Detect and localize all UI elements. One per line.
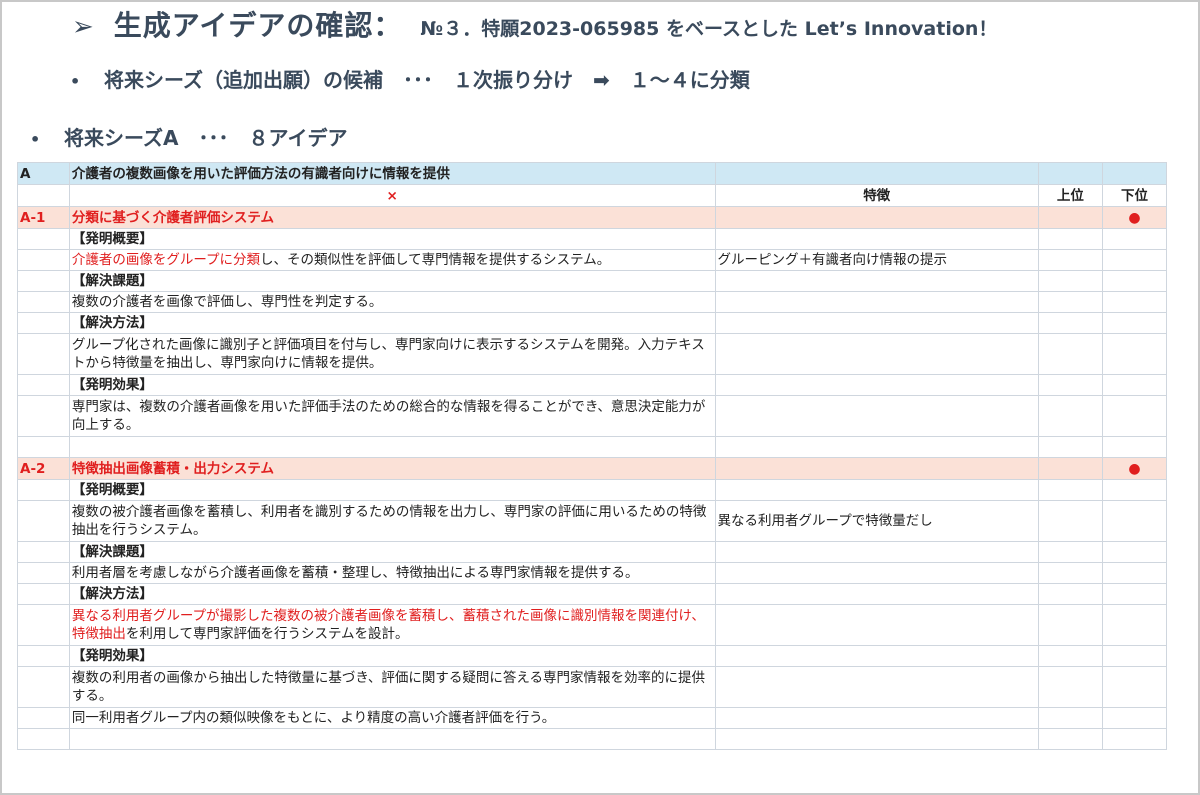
idea-feature: 異なる利用者グループで特徴量だし — [714, 500, 1039, 542]
table-row: 複数の介護者を画像で評価し、専門性を判定する。 — [17, 291, 1168, 313]
idea-problem: 複数の介護者を画像で評価し、専門性を判定する。 — [68, 291, 716, 313]
header-code: A — [17, 162, 70, 185]
cross-icon: × — [68, 184, 716, 207]
col-feature: 特徴 — [714, 184, 1039, 207]
table-header-row: A 介護者の複数画像を用いた評価方法の有識者向けに情報を提供 — [17, 162, 1168, 185]
lower-mark-icon: ● — [1101, 206, 1168, 229]
section-label: 【解決方法】 — [68, 583, 716, 605]
idea-effect-extra: 同一利用者グループ内の類似映像をもとに、より精度の高い介護者評価を行う。 — [68, 707, 716, 729]
table-row: 【発明効果】 — [17, 645, 1168, 667]
lower-mark-icon: ● — [1101, 457, 1168, 480]
section-label: 【解決課題】 — [68, 541, 716, 563]
idea-name: 特徴抽出画像蓄積・出力システム — [68, 457, 716, 480]
table-row: 異なる利用者グループが撮影した複数の被介護者画像を蓄積し、蓄積された画像に識別情… — [17, 604, 1168, 646]
slide-title: ➢ 生成アイデアの確認： №３．特願2023-065985 をベースとした Le… — [72, 4, 997, 48]
section-label: 【解決課題】 — [68, 270, 716, 292]
idea-row: A-1 分類に基づく介護者評価システム ● — [17, 206, 1168, 229]
idea-row: A-2 特徴抽出画像蓄積・出力システム ● — [17, 457, 1168, 480]
table-row: 【発明概要】 — [17, 228, 1168, 250]
idea-feature: グルーピング＋有識者向け情報の提示 — [714, 249, 1039, 271]
table-row: グループ化された画像に識別子と評価項目を付与し、専門家向けに表示するシステムを開… — [17, 333, 1168, 375]
bullet-dot-icon: • — [70, 72, 81, 91]
section-label: 【発明効果】 — [68, 374, 716, 396]
title-main: 生成アイデアの確認： — [113, 9, 403, 42]
idea-code: A-1 — [17, 206, 70, 229]
table-row: 【発明効果】 — [17, 374, 1168, 396]
table-row: 複数の被介護者画像を蓄積し、利用者を識別するための情報を出力し、専門家の評価に用… — [17, 500, 1168, 542]
table-row: 介護者の画像をグループに分類し、その類似性を評価して専門情報を提供するシステム。… — [17, 249, 1168, 271]
table-row: 同一利用者グループ内の類似映像をもとに、より精度の高い介護者評価を行う。 — [17, 707, 1168, 729]
table-row — [17, 436, 1168, 458]
table-row: 【解決方法】 — [17, 583, 1168, 605]
idea-code: A-2 — [17, 457, 70, 480]
bullet-text-2: 将来シーズA ･･･ ８アイデア — [64, 126, 348, 150]
bullet-dot-icon: • — [30, 130, 41, 149]
header-title: 介護者の複数画像を用いた評価方法の有識者向けに情報を提供 — [68, 162, 716, 185]
table-row: 複数の利用者の画像から抽出した特徴量に基づき、評価に関する疑問に答える専門家情報… — [17, 666, 1168, 708]
idea-effect: 専門家は、複数の介護者画像を用いた評価手法のための総合的な情報を得ることができ、… — [68, 395, 716, 437]
idea-method: グループ化された画像に識別子と評価項目を付与し、専門家向けに表示するシステムを開… — [68, 333, 716, 375]
section-label: 【発明概要】 — [68, 228, 716, 250]
idea-method: 異なる利用者グループが撮影した複数の被介護者画像を蓄積し、蓄積された画像に識別情… — [68, 604, 716, 646]
col-upper: 上位 — [1037, 184, 1103, 207]
table-row: 専門家は、複数の介護者画像を用いた評価手法のための総合的な情報を得ることができ、… — [17, 395, 1168, 437]
arrow-bullet-icon: ➢ — [72, 12, 94, 42]
table-row: 【解決課題】 — [17, 541, 1168, 563]
table-row: 【発明概要】 — [17, 479, 1168, 501]
bullet-text-1: 将来シーズ（追加出願）の候補 ･･･ １次振り分け ➡ １～４に分類 — [104, 68, 750, 92]
table-row: 【解決課題】 — [17, 270, 1168, 292]
table-row: 【解決方法】 — [17, 312, 1168, 334]
idea-overview: 複数の被介護者画像を蓄積し、利用者を識別するための情報を出力し、専門家の評価に用… — [68, 500, 716, 542]
section-label: 【解決方法】 — [68, 312, 716, 334]
table-row: 利用者層を考慮しながら介護者画像を蓄積・整理し、特徴抽出による専門家情報を提供す… — [17, 562, 1168, 584]
bullet-line-1: • 将来シーズ（追加出願）の候補 ･･･ １次振り分け ➡ １～４に分類 — [70, 64, 750, 93]
idea-overview: 介護者の画像をグループに分類し、その類似性を評価して専門情報を提供するシステム。 — [68, 249, 716, 271]
ideas-table: A 介護者の複数画像を用いた評価方法の有識者向けに情報を提供 × 特徴 上位 下… — [17, 162, 1168, 750]
idea-name: 分類に基づく介護者評価システム — [68, 206, 716, 229]
title-subtitle: №３．特願2023-065985 をベースとした Let’s Innovatio… — [420, 18, 998, 40]
table-row — [17, 728, 1168, 750]
section-label: 【発明概要】 — [68, 479, 716, 501]
bullet-line-2: • 将来シーズA ･･･ ８アイデア — [30, 122, 347, 151]
section-label: 【発明効果】 — [68, 645, 716, 667]
col-lower: 下位 — [1101, 184, 1168, 207]
table-subheader-row: × 特徴 上位 下位 — [17, 184, 1168, 207]
idea-problem: 利用者層を考慮しながら介護者画像を蓄積・整理し、特徴抽出による専門家情報を提供す… — [68, 562, 716, 584]
idea-effect: 複数の利用者の画像から抽出した特徴量に基づき、評価に関する疑問に答える専門家情報… — [68, 666, 716, 708]
